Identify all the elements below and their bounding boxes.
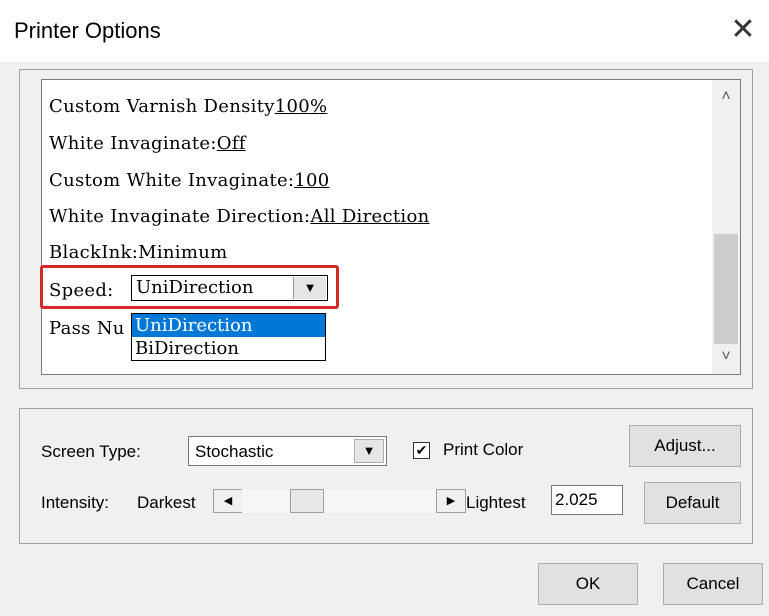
speed-highlight-box bbox=[40, 265, 339, 309]
intensity-value-field[interactable]: 2.025 bbox=[551, 485, 623, 515]
lightest-label: Lightest bbox=[466, 493, 526, 512]
option-label: Custom Varnish Density bbox=[49, 96, 275, 117]
screen-type-value: Stochastic bbox=[195, 442, 274, 461]
vertical-scrollbar[interactable]: ˄ ˅ bbox=[712, 80, 740, 374]
speed-option-unidirection[interactable]: UniDirection bbox=[132, 314, 325, 337]
close-icon[interactable]: ✕ bbox=[728, 12, 758, 48]
option-row-varnish-density[interactable]: Custom Varnish Density100% bbox=[49, 96, 327, 117]
scroll-down-icon[interactable]: ˅ bbox=[712, 342, 740, 372]
print-color-label[interactable]: Print Color bbox=[443, 440, 523, 460]
option-label: White Invaginate Direction: bbox=[49, 206, 311, 227]
ok-button[interactable]: OK bbox=[538, 563, 638, 605]
intensity-right-arrow-icon[interactable]: ▶ bbox=[436, 489, 466, 513]
option-value[interactable]: All Direction bbox=[310, 206, 429, 227]
option-label: BlackInk: bbox=[49, 242, 139, 263]
speed-dropdown-list[interactable]: UniDirection BiDirection bbox=[131, 313, 326, 361]
option-row-custom-white-invaginate[interactable]: Custom White Invaginate:100 bbox=[49, 170, 330, 191]
option-value[interactable]: 100% bbox=[275, 96, 328, 117]
intensity-slider-thumb[interactable] bbox=[290, 489, 324, 513]
cancel-button[interactable]: Cancel bbox=[663, 563, 763, 605]
intensity-left-arrow-icon[interactable]: ◀ bbox=[213, 489, 243, 513]
screen-type-select[interactable]: Stochastic ▼ bbox=[188, 436, 387, 466]
speed-option-bidirection[interactable]: BiDirection bbox=[132, 337, 325, 360]
title-bar: Printer Options ✕ bbox=[0, 0, 769, 62]
scroll-thumb[interactable] bbox=[714, 234, 738, 344]
pass-number-label: Pass Nu bbox=[49, 318, 125, 339]
print-color-checkbox[interactable]: ✔ bbox=[413, 442, 430, 459]
adjust-button[interactable]: Adjust... bbox=[629, 425, 741, 467]
intensity-slider-track[interactable] bbox=[242, 489, 442, 513]
option-value[interactable]: Off bbox=[217, 133, 246, 154]
chevron-down-icon[interactable]: ▼ bbox=[354, 439, 384, 463]
intensity-label: Intensity: bbox=[41, 493, 110, 512]
screen-type-label: Screen Type: bbox=[41, 442, 141, 461]
option-value[interactable]: 100 bbox=[294, 170, 329, 191]
option-value[interactable]: Minimum bbox=[138, 242, 227, 263]
option-label: Custom White Invaginate: bbox=[49, 170, 295, 191]
default-button[interactable]: Default bbox=[644, 482, 741, 524]
darkest-label: Darkest bbox=[137, 493, 196, 512]
option-row-white-invaginate[interactable]: White Invaginate:Off bbox=[49, 133, 246, 154]
option-row-white-invaginate-direction[interactable]: White Invaginate Direction:All Direction bbox=[49, 206, 429, 227]
option-row-blackink[interactable]: BlackInk:Minimum bbox=[49, 242, 227, 263]
scroll-up-icon[interactable]: ˄ bbox=[712, 82, 740, 112]
window-title: Printer Options bbox=[14, 18, 161, 43]
option-label: White Invaginate: bbox=[49, 133, 217, 154]
